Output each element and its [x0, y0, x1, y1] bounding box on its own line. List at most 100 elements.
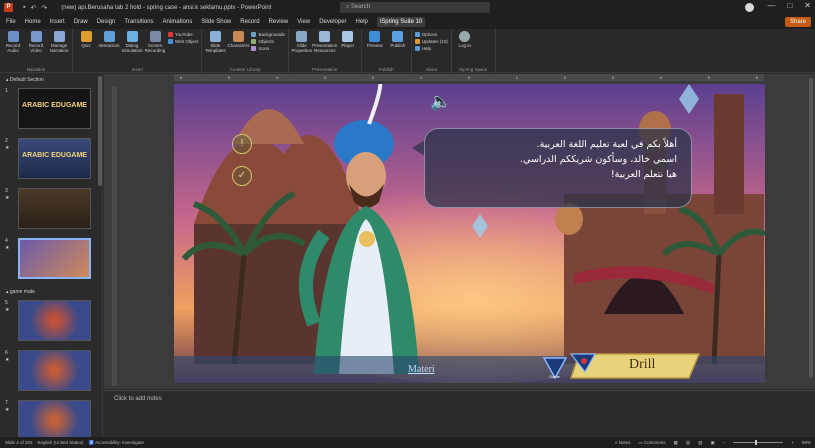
share-button[interactable]: Share [784, 17, 811, 27]
save-icon[interactable]: ▪ [23, 4, 25, 12]
player-button[interactable]: Player [338, 31, 358, 48]
about-small-buttons: Options Updates (10) Help [414, 31, 448, 51]
minimize-button[interactable]: — [767, 1, 775, 10]
slideshow-icon[interactable]: ▣ [710, 440, 714, 446]
notes-pane[interactable]: Click to add notes [104, 390, 815, 437]
zoom-level[interactable]: 99% [802, 440, 811, 445]
tab-transitions[interactable]: Transitions [124, 19, 153, 25]
section-header-games[interactable]: ▴ game mate [0, 286, 102, 298]
tab-slide-show[interactable]: Slide Show [201, 19, 231, 25]
notes-placeholder: Click to add notes [114, 396, 162, 402]
thumbnail-row[interactable]: 7 ★ [0, 398, 102, 437]
window-title: (new) api.Berusaha tab 2 hold - spring c… [61, 4, 272, 11]
screen-recording-button[interactable]: Screen Recording [145, 31, 165, 53]
publish-button[interactable]: Publish [388, 31, 408, 48]
tab-developer[interactable]: Developer [319, 19, 346, 25]
maximize-button[interactable]: □ [787, 1, 792, 10]
slide-thumbnail[interactable] [18, 400, 91, 437]
updates-button[interactable]: Updates (10) [414, 39, 448, 44]
speaker-icon[interactable]: 🔈 [430, 92, 451, 112]
youtube-button[interactable]: YouTube [168, 32, 198, 37]
slide-sorter-icon[interactable]: ▤ [686, 440, 690, 446]
zoom-in-button[interactable]: + [791, 440, 794, 445]
group-presentation: Slide Properties Presentation Resources … [289, 29, 362, 73]
redo-icon[interactable]: ↷ [41, 4, 47, 12]
properties-icon [296, 31, 308, 42]
slide-properties-button[interactable]: Slide Properties [291, 31, 312, 53]
gear-icon [414, 32, 420, 37]
slide-thumbnail-selected[interactable] [18, 238, 91, 279]
language-indicator[interactable]: English (United States) [38, 440, 84, 445]
character-icon [232, 31, 244, 42]
reading-view-icon[interactable]: ▥ [698, 440, 702, 446]
tab-draw[interactable]: Draw [74, 19, 88, 25]
tab-home[interactable]: Home [25, 19, 41, 25]
play-icon [369, 31, 381, 42]
thumbnails-scrollbar[interactable] [98, 76, 102, 186]
thumbnail-row[interactable]: 5 ★ [0, 298, 102, 348]
slide-thumbnail[interactable] [18, 350, 91, 391]
accessibility-status[interactable]: ♿ Accessibility: Investigate [89, 440, 144, 446]
options-button[interactable]: Options [414, 32, 448, 37]
resources-icon [319, 31, 331, 42]
section-header-default[interactable]: ▴ Default Section [0, 74, 102, 86]
editor-scrollbar[interactable] [809, 78, 813, 378]
record-audio-button[interactable]: Record Audio [3, 31, 23, 53]
zoom-slider-thumb[interactable] [755, 440, 758, 445]
manage-narration-button[interactable]: Manage Narration [49, 31, 69, 53]
interaction-button[interactable]: Interaction [99, 31, 120, 48]
notes-toggle[interactable]: ≡ Notes [615, 440, 631, 445]
log-in-button[interactable]: Log In [455, 31, 475, 48]
backgrounds-button[interactable]: Backgrounds [251, 32, 285, 37]
tab-ispring-suite[interactable]: iSpring Suite 10 [376, 17, 426, 27]
check-button[interactable]: ✓ [232, 166, 252, 186]
search-box[interactable]: ⌕ Search [340, 2, 490, 13]
thumbnail-row[interactable]: 6 ★ [0, 348, 102, 398]
group-label: Presentation [312, 67, 338, 72]
group-label: Content Library [229, 67, 261, 72]
slide-thumbnail[interactable]: ARABIC EDUGAME [18, 88, 91, 129]
updates-icon [414, 39, 420, 44]
tab-help[interactable]: Help [356, 19, 368, 25]
tab-view[interactable]: View [297, 19, 310, 25]
slide-canvas[interactable]: 🔈 ! ✓ أهلاً بكم في لعبة تعليم اللغة العر… [174, 84, 765, 383]
close-button[interactable]: ✕ [804, 1, 811, 10]
vertical-ruler [112, 86, 117, 386]
slide-templates-button[interactable]: Slide Templates [205, 31, 226, 53]
thumbnail-row[interactable]: 2 ★ ARABIC EDUGAME [0, 136, 102, 186]
group-content-library: Slide Templates Characters Backgrounds O… [202, 29, 289, 73]
tab-file[interactable]: File [6, 19, 16, 25]
help-button[interactable]: Help [414, 46, 448, 51]
comments-toggle[interactable]: ▭ Comments [638, 440, 665, 446]
thumbnail-row[interactable]: 4 ★ [0, 236, 102, 286]
slide-thumbnail[interactable] [18, 300, 91, 341]
tab-insert[interactable]: Insert [50, 19, 65, 25]
slide-thumbnail[interactable]: ARABIC EDUGAME [18, 138, 91, 179]
tab-review[interactable]: Review [269, 19, 289, 25]
info-button[interactable]: ! [232, 134, 252, 154]
quiz-icon [80, 31, 92, 42]
normal-view-icon[interactable]: ▦ [674, 440, 678, 446]
zoom-out-button[interactable]: − [723, 440, 726, 445]
characters-button[interactable]: Characters [227, 31, 249, 48]
presentation-resources-button[interactable]: Presentation Resources [312, 31, 337, 53]
zoom-slider[interactable] [733, 440, 784, 445]
slide-thumbnail[interactable] [18, 188, 91, 229]
web-object-button[interactable]: Web Object [168, 39, 198, 44]
tab-animations[interactable]: Animations [163, 19, 193, 25]
icons-button[interactable]: Icons [251, 46, 284, 51]
thumbnail-row[interactable]: 1 ARABIC EDUGAME [0, 86, 102, 136]
record-video-button[interactable]: Record Video [26, 31, 46, 53]
quiz-button[interactable]: Quiz [76, 31, 96, 48]
undo-icon[interactable]: ↶ [30, 4, 36, 12]
materi-link[interactable]: Materi [408, 364, 435, 375]
preview-button[interactable]: Preview [365, 31, 385, 48]
tab-record[interactable]: Record [240, 19, 259, 25]
avatar[interactable] [745, 3, 754, 12]
tab-design[interactable]: Design [97, 19, 116, 25]
objects-button[interactable]: Objects [251, 39, 284, 44]
dialog-simulation-button[interactable]: Dialog Simulation [122, 31, 143, 53]
help-icon [414, 46, 420, 51]
group-label: iSpring Space [459, 67, 488, 72]
thumbnail-row[interactable]: 3 ★ [0, 186, 102, 236]
